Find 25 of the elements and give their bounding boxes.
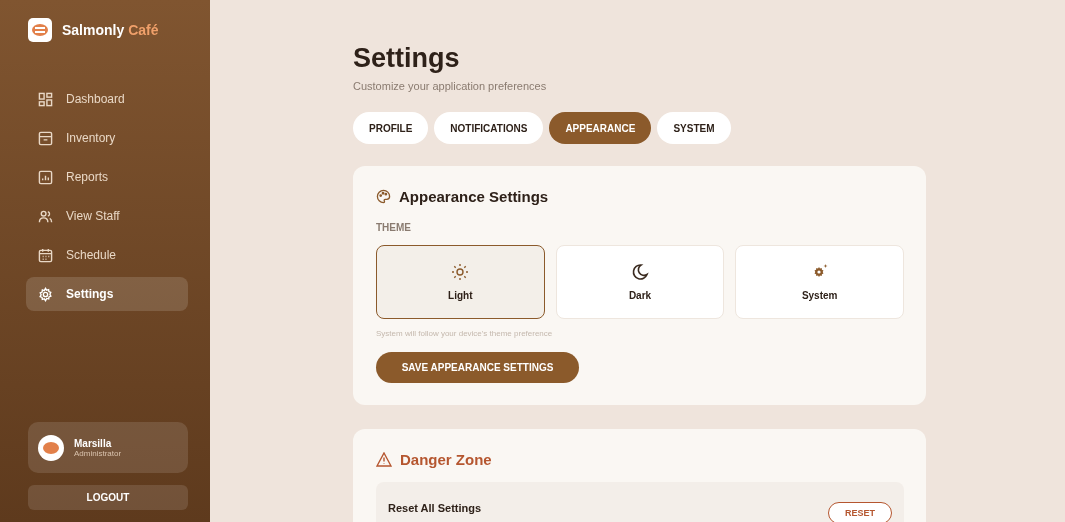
user-role: Administrator — [74, 448, 122, 458]
tab[interactable]: PROFILE — [353, 112, 429, 144]
theme-option[interactable]: System — [735, 245, 904, 319]
tab[interactable]: APPEARANCE — [549, 112, 652, 144]
theme-label: THEME — [376, 222, 412, 233]
nav-item[interactable]: Reports — [26, 160, 188, 194]
theme-option[interactable]: Dark — [555, 245, 725, 319]
logout-button[interactable]: LOGOUT — [28, 485, 188, 510]
save-button[interactable]: SAVE APPEARANCE SETTINGS — [376, 352, 579, 383]
page-title: Settings — [353, 42, 461, 74]
user-name: Marsilla — [74, 437, 113, 449]
card-title: Danger Zone — [400, 451, 492, 468]
brand-name: Salmonly Café — [62, 22, 159, 38]
reset-button[interactable]: RESET — [828, 502, 892, 522]
nav-item[interactable]: View Staff — [26, 199, 188, 233]
nav-item[interactable]: Dashboard — [26, 82, 188, 116]
nav-item[interactable]: Inventory — [26, 121, 188, 155]
tab[interactable]: NOTIFICATIONS — [434, 112, 544, 144]
reset-title: Reset All Settings — [388, 502, 482, 514]
tab[interactable]: SYSTEM — [657, 112, 731, 144]
nav-item[interactable]: Settings — [26, 277, 188, 311]
page-subtitle: Customize your application preferences — [353, 80, 548, 92]
nav-item[interactable]: Schedule — [26, 238, 188, 272]
theme-option[interactable]: Light — [376, 245, 545, 319]
card-title: Appearance Settings — [399, 188, 549, 205]
